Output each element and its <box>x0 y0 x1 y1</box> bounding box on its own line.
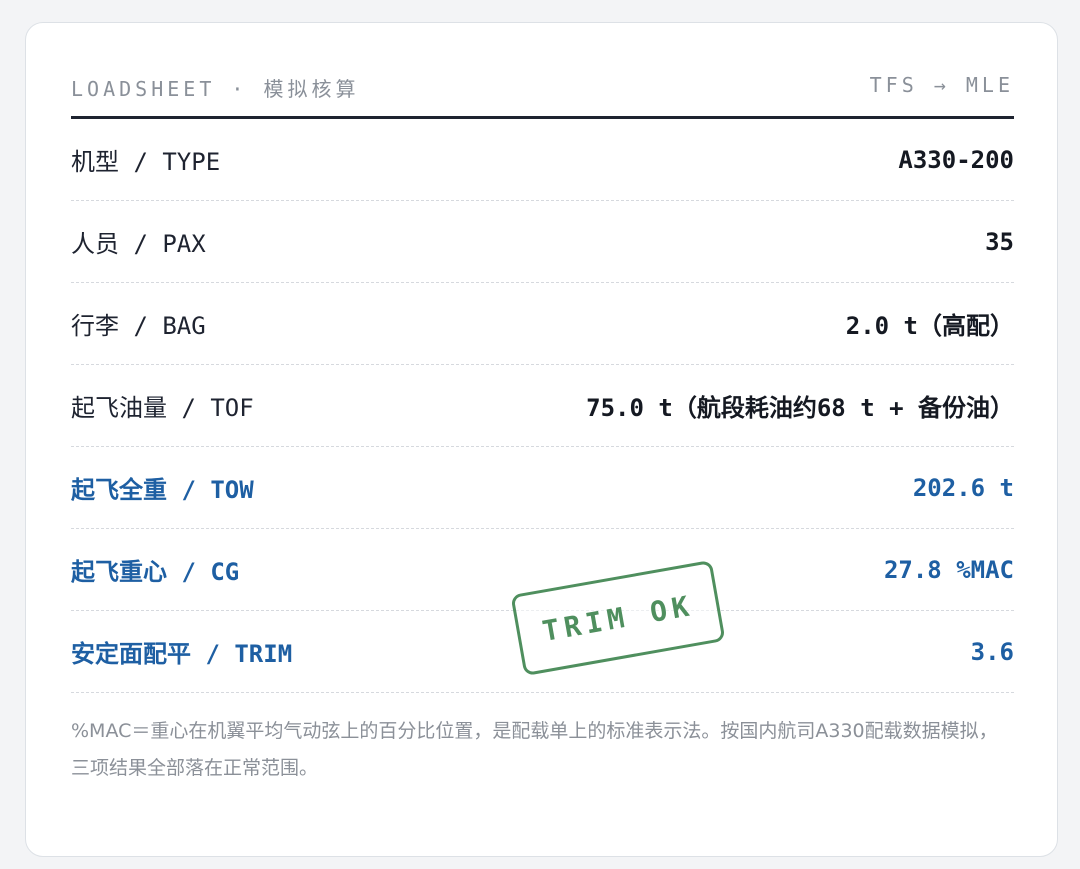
row-label: 机型 / TYPE <box>71 148 221 176</box>
row-type: 机型 / TYPE A330-200 <box>71 119 1014 201</box>
loadsheet-title: LOADSHEET · 模拟核算 <box>71 77 360 101</box>
route: TFS → MLE <box>869 73 1014 97</box>
loadsheet-card: LOADSHEET · 模拟核算 TFS → MLE 机型 / TYPE A33… <box>25 22 1058 857</box>
row-value: 27.8 %MAC <box>883 555 1014 584</box>
row-label: 起飞重心 / CG <box>71 558 240 586</box>
row-label: 起飞全重 / TOW <box>71 476 254 504</box>
footnote: %MAC＝重心在机翼平均气动弦上的百分比位置，是配载单上的标准表示法。按国内航司… <box>71 720 998 779</box>
row-value: 202.6 t <box>912 473 1014 502</box>
row-tow: 起飞全重 / TOW 202.6 t <box>71 447 1014 529</box>
row-pax: 人员 / PAX 35 <box>71 201 1014 283</box>
row-label: 行李 / BAG <box>71 312 206 340</box>
row-value: 3.6 <box>970 637 1014 666</box>
row-value: 2.0 t（高配） <box>845 312 1014 340</box>
loadsheet-header: LOADSHEET · 模拟核算 TFS → MLE <box>71 23 1014 119</box>
row-label: 人员 / PAX <box>71 230 206 258</box>
row-bag: 行李 / BAG 2.0 t（高配） <box>71 283 1014 365</box>
row-label: 安定面配平 / TRIM <box>71 640 293 668</box>
row-label: 起飞油量 / TOF <box>71 394 254 422</box>
row-tof: 起飞油量 / TOF 75.0 t（航段耗油约68 t + 备份油） <box>71 365 1014 447</box>
row-value: 75.0 t（航段耗油约68 t + 备份油） <box>586 394 1014 422</box>
row-value: A330-200 <box>898 145 1014 174</box>
row-value: 35 <box>985 227 1014 256</box>
